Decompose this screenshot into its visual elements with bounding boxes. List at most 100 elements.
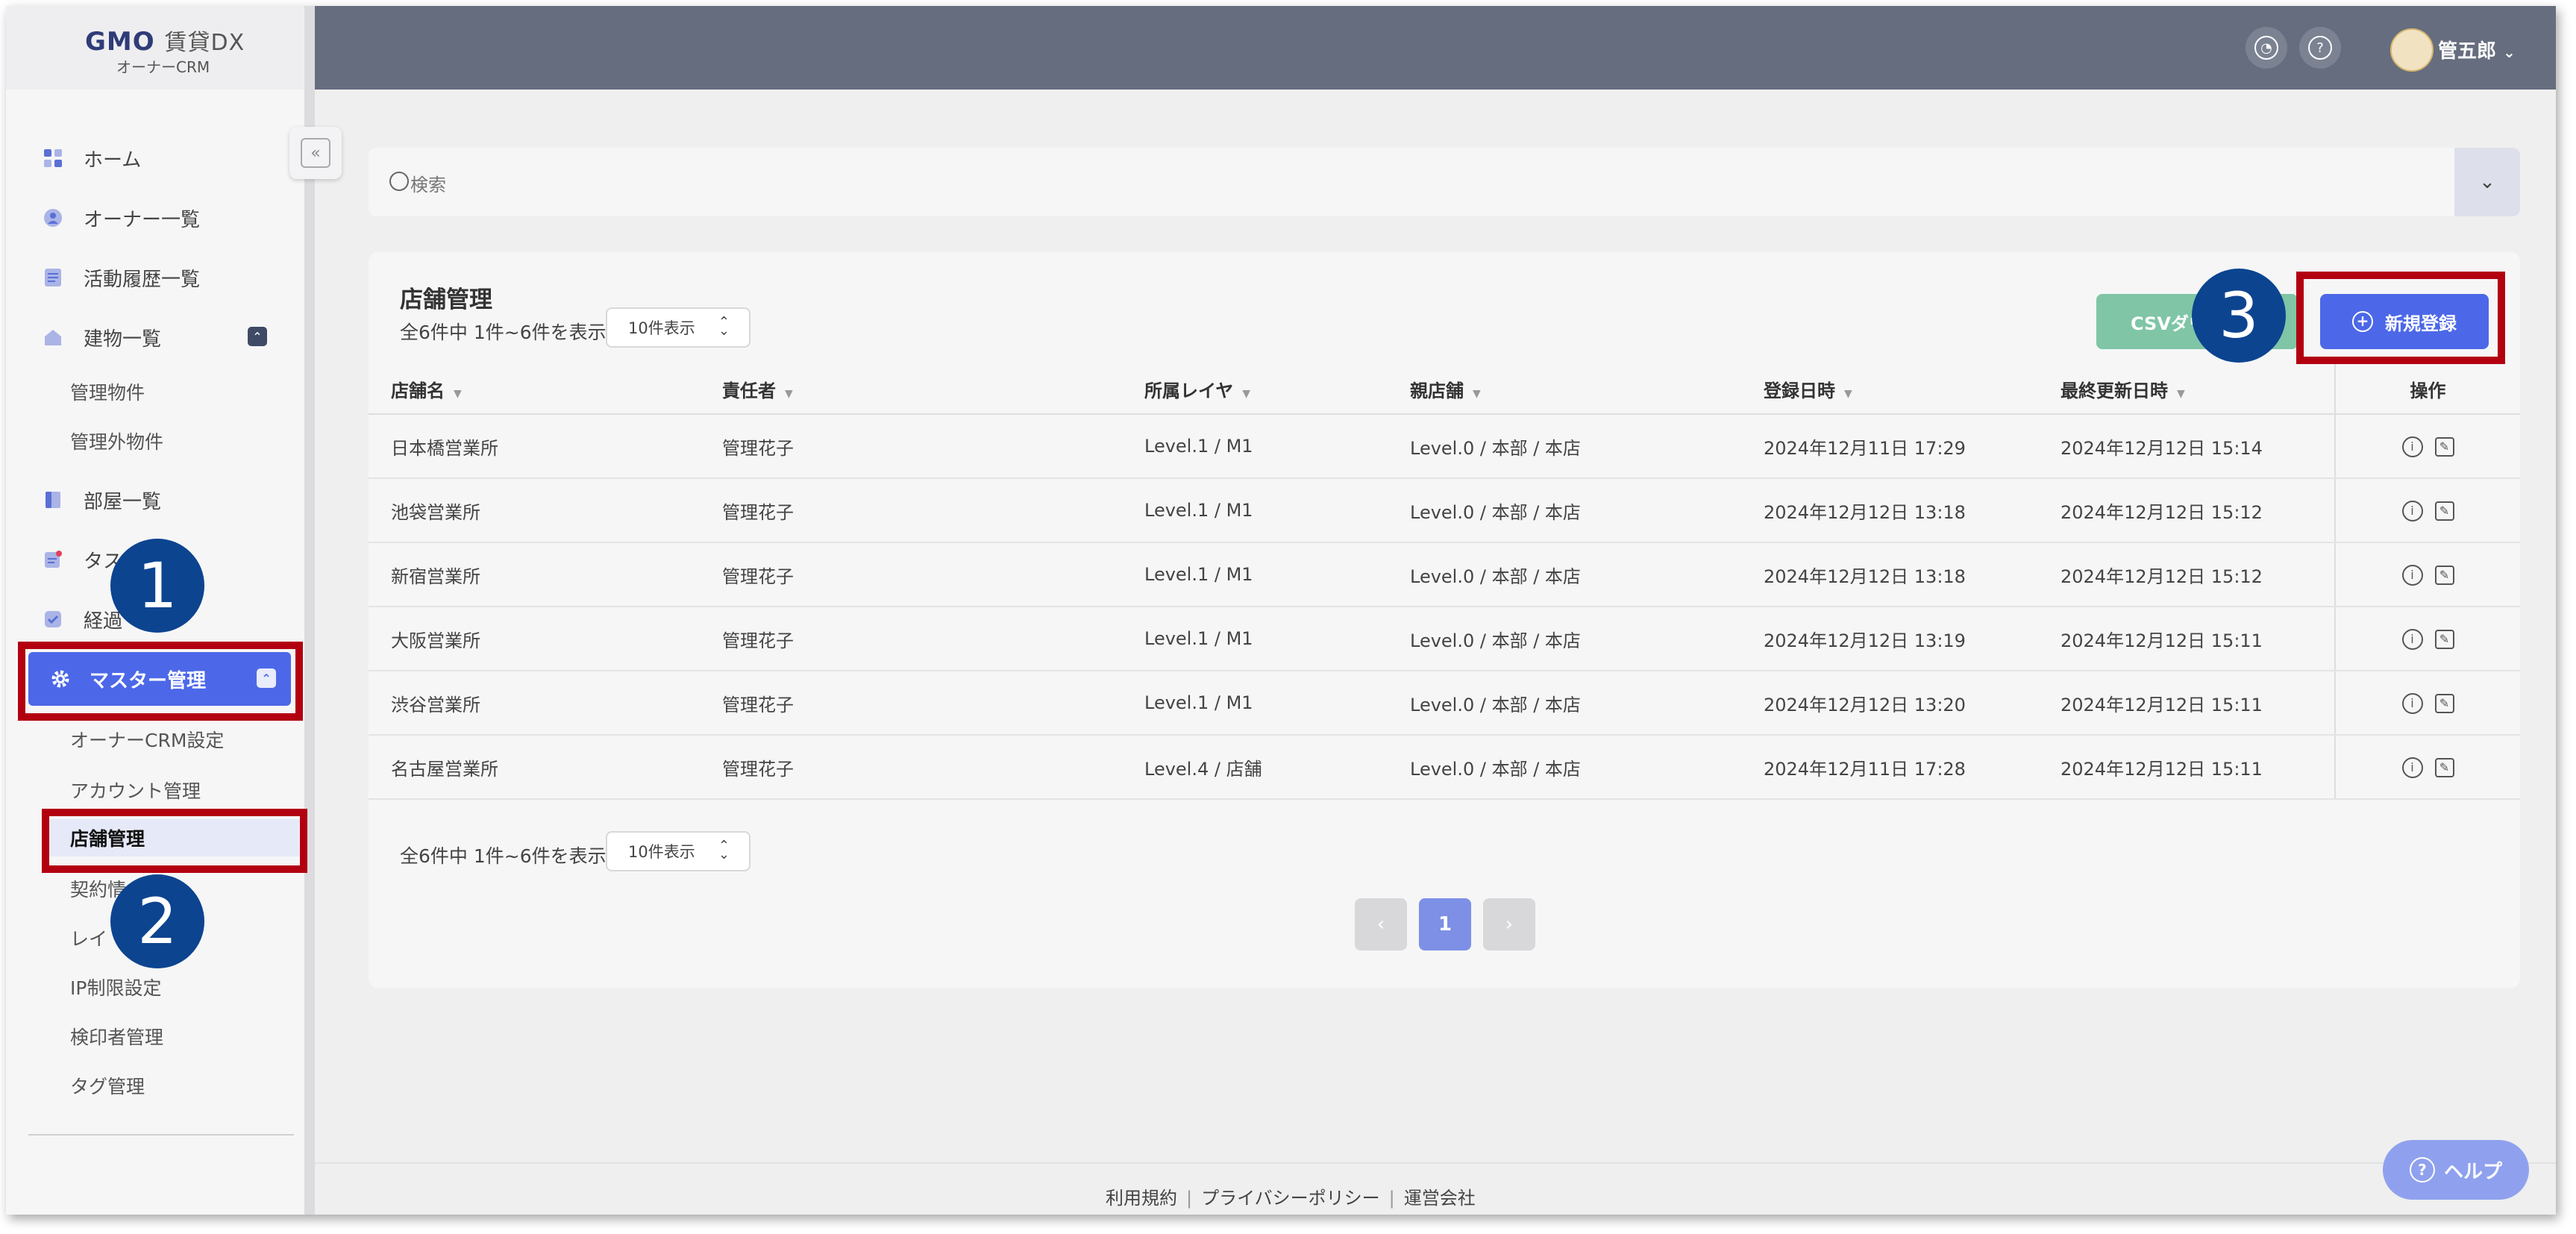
cell-layer: Level.1 / M1 <box>1144 607 1410 671</box>
header-label: 親店舗 <box>1410 380 1464 401</box>
cell-updated: 2024年12月12日 15:12 <box>2061 542 2335 607</box>
pagination-page-1[interactable]: 1 <box>1419 898 1471 950</box>
help-button-floating[interactable]: ? ヘルプ <box>2383 1140 2529 1200</box>
edit-icon[interactable]: ✎ <box>2434 565 2454 585</box>
document-icon <box>42 266 64 289</box>
sidebar-subitem-managed[interactable]: 管理物件 <box>70 375 145 409</box>
table-row[interactable]: 大阪営業所 管理花子 Level.1 / M1 Level.0 / 本部 / 本店 20… <box>369 607 2520 671</box>
user-name: 管五郎 <box>2438 40 2497 63</box>
sort-icon: ▼ <box>454 387 462 400</box>
help-label: ヘルプ <box>2443 1160 2502 1183</box>
cell-updated: 2024年12月12日 15:11 <box>2061 607 2335 671</box>
sidebar-item-activity[interactable]: 活動履歴一覧 <box>42 255 200 300</box>
pagination-next[interactable]: › <box>1483 898 1535 950</box>
header-label: 所属レイヤ <box>1144 380 1234 401</box>
company-link[interactable]: 運営会社 <box>1404 1188 1476 1209</box>
cell-parent-store: Level.0 / 本部 / 本店 <box>1410 478 1764 543</box>
cell-layer: Level.1 / M1 <box>1144 542 1410 607</box>
sidebar-item-label: 部屋一覧 <box>84 490 162 513</box>
collapse-sidebar-button[interactable]: « <box>289 127 342 179</box>
info-icon[interactable]: i <box>2401 564 2423 586</box>
search-icon <box>389 172 409 191</box>
sidebar-item-rooms[interactable]: 部屋一覧 <box>42 477 161 522</box>
sidebar-subitem-ip-restriction[interactable]: IP制限設定 <box>70 970 161 1004</box>
room-icon <box>42 489 64 511</box>
sidebar-item-progress[interactable]: 経過 <box>42 597 122 642</box>
user-menu[interactable]: 管五郎 ⌄ <box>2438 36 2516 63</box>
info-icon[interactable]: i <box>2401 500 2423 522</box>
info-icon[interactable]: i <box>2401 692 2423 714</box>
help-button[interactable]: ? <box>2299 27 2341 69</box>
sidebar-subitem-unmanaged[interactable]: 管理外物件 <box>70 424 163 458</box>
search-expand-button[interactable]: ⌄ <box>2454 148 2520 216</box>
sidebar-subitem-layers[interactable]: レイ <box>70 921 107 955</box>
cell-updated: 2024年12月12日 15:14 <box>2061 414 2335 479</box>
table-row[interactable]: 名古屋営業所 管理花子 Level.4 / 店舗 Level.0 / 本部 / 本店 2… <box>369 735 2520 800</box>
table-row[interactable]: 新宿営業所 管理花子 Level.1 / M1 Level.0 / 本部 / 本店 20… <box>369 542 2520 607</box>
column-header-layer[interactable]: 所属レイヤ ▼ <box>1144 364 1410 415</box>
sidebar-subitem-accounts[interactable]: アカウント管理 <box>70 773 201 807</box>
sort-icon: ▼ <box>785 387 793 400</box>
cell-updated: 2024年12月12日 15:11 <box>2061 735 2335 800</box>
per-page-select-bottom[interactable]: 10件表示 ⌃ ⌄ <box>606 831 750 871</box>
cell-actions: i ✎ <box>2334 478 2520 543</box>
sidebar-item-home[interactable]: ホーム <box>42 136 141 181</box>
notification-button[interactable]: ◔ <box>2246 27 2287 69</box>
column-header-updated[interactable]: 最終更新日時 ▼ <box>2061 364 2335 415</box>
cell-actions: i ✎ <box>2334 735 2520 800</box>
edit-icon[interactable]: ✎ <box>2434 501 2454 521</box>
step-badge-2: 2 <box>110 874 204 968</box>
cell-manager: 管理花子 <box>722 414 1144 479</box>
question-icon: ? <box>2308 36 2332 60</box>
column-header-created[interactable]: 登録日時 ▼ <box>1764 364 2061 415</box>
table-row[interactable]: 池袋営業所 管理花子 Level.1 / M1 Level.0 / 本部 / 本店 20… <box>369 478 2520 543</box>
per-page-select[interactable]: 10件表示 ⌃ ⌄ <box>606 307 750 348</box>
sidebar-subitem-tags[interactable]: タグ管理 <box>70 1068 145 1103</box>
edit-icon[interactable]: ✎ <box>2434 436 2454 457</box>
highlight-box-new <box>2296 272 2505 364</box>
edit-icon[interactable]: ✎ <box>2434 757 2454 777</box>
terms-link[interactable]: 利用規約 <box>1106 1188 1177 1209</box>
sidebar-item-buildings[interactable]: 建物一覧 <box>42 315 161 360</box>
privacy-link[interactable]: プライバシーポリシー <box>1201 1188 1380 1209</box>
sidebar-item-owners[interactable]: オーナー一覧 <box>42 195 200 240</box>
cell-created: 2024年12月11日 17:28 <box>1764 735 2061 800</box>
cell-actions: i ✎ <box>2334 671 2520 736</box>
info-icon[interactable]: i <box>2401 436 2423 457</box>
per-page-value: 10件表示 <box>628 843 695 861</box>
cell-store-name: 大阪営業所 <box>369 607 722 671</box>
check-icon <box>42 608 64 630</box>
column-header-manager[interactable]: 責任者 ▼ <box>722 364 1144 415</box>
column-header-store-name[interactable]: 店舗名 ▼ <box>369 364 722 415</box>
search-input[interactable]: 検索 <box>410 170 446 196</box>
sort-icon: ▼ <box>1844 387 1852 400</box>
cell-store-name: 名古屋営業所 <box>369 735 722 800</box>
home-icon <box>42 147 64 169</box>
cell-parent-store: Level.0 / 本部 / 本店 <box>1410 671 1764 736</box>
avatar[interactable] <box>2390 28 2434 72</box>
search-bar[interactable]: 検索 ⌄ <box>369 148 2520 216</box>
column-header-parent-store[interactable]: 親店舗 ▼ <box>1410 364 1764 415</box>
info-icon[interactable]: i <box>2401 628 2423 650</box>
table-row[interactable]: 渋谷営業所 管理花子 Level.1 / M1 Level.0 / 本部 / 本店 20… <box>369 671 2520 736</box>
sidebar-subitem-inspectors[interactable]: 検印者管理 <box>70 1019 163 1053</box>
cell-manager: 管理花子 <box>722 671 1144 736</box>
cell-actions: i ✎ <box>2334 607 2520 671</box>
chevron-up-icon[interactable]: ⌃ <box>248 327 267 346</box>
cell-actions: i ✎ <box>2334 414 2520 479</box>
logo[interactable]: GMO 賃貸DX オーナーCRM <box>6 6 304 90</box>
pagination-prev[interactable]: ‹ <box>1355 898 1407 950</box>
sidebar-item-tasks[interactable]: タス <box>42 537 122 582</box>
logo-product: 賃貸DX <box>164 30 245 56</box>
edit-icon[interactable]: ✎ <box>2434 629 2454 649</box>
cell-updated: 2024年12月12日 15:11 <box>2061 671 2335 736</box>
info-icon[interactable]: i <box>2401 757 2423 778</box>
sidebar-item-label: 活動履歴一覧 <box>84 268 201 291</box>
cell-parent-store: Level.0 / 本部 / 本店 <box>1410 414 1764 479</box>
question-icon: ? <box>2409 1157 2435 1183</box>
top-bar: ◔ ? <box>315 6 2556 90</box>
task-icon <box>42 548 64 571</box>
edit-icon[interactable]: ✎ <box>2434 693 2454 713</box>
table-row[interactable]: 日本橋営業所 管理花子 Level.1 / M1 Level.0 / 本部 / 本店 2… <box>369 414 2520 479</box>
sidebar-subitem-crm-settings[interactable]: オーナーCRM設定 <box>70 722 224 757</box>
